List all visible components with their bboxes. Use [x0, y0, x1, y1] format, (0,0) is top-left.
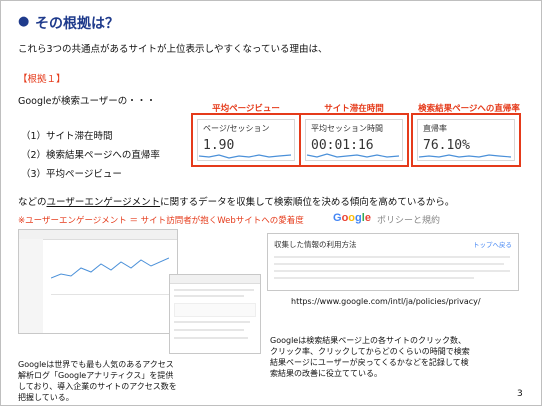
list-item-pageviews: （3）平均ページビュー	[21, 169, 122, 180]
google-policy-text: ポリシーと規約	[377, 216, 441, 226]
analytics-caption: Googleは世界でも最も人気のあるアクセス解析ログ「Googleアナリティクス…	[18, 360, 177, 402]
metric-card-pageviews: ページ/セッション 1.90	[191, 113, 301, 167]
root-number: 【根拠１】	[18, 74, 66, 85]
card-title: 平均セッション時間	[311, 124, 383, 133]
sparkline	[418, 154, 512, 158]
intro-text: これら3つの共通点があるサイトが上位表示しやすくなっている理由は、	[18, 44, 328, 55]
engagement-note: ※ユーザーエンゲージメント ＝ サイト訪問者が抱くWebサイトへの愛着度	[18, 216, 304, 226]
engagement-text: などのユーザーエンゲージメントに関するデータを収集して検索順位を決める傾向を高め…	[18, 197, 455, 208]
google-logo: Google	[333, 212, 371, 224]
list-item-stay-time: （1）サイト滞在時間	[21, 131, 113, 142]
search-console-screenshot	[169, 274, 261, 354]
sparkline	[306, 153, 400, 158]
analytics-line-chart	[51, 257, 169, 279]
title-bullet: ●	[18, 14, 30, 29]
slide: ● その根拠は？ これら3つの共通点があるサイトが上位表示しやすくなっている理由…	[0, 0, 542, 406]
card-title: ページ/セッション	[203, 124, 270, 133]
sparkline	[198, 154, 292, 159]
google-line: Googleが検索ユーザーの・・・	[18, 96, 156, 107]
policy-url[interactable]: https://www.google.com/intl/ja/policies/…	[291, 297, 481, 306]
card-title: 直帰率	[423, 124, 447, 133]
metric-card-stay-time: 平均セッション時間 00:01:16	[299, 113, 409, 167]
analytics-screenshot	[18, 229, 178, 334]
policy-link[interactable]: トップへ戻る	[473, 239, 512, 249]
metric-card-bounce-rate: 直帰率 76.10%	[411, 113, 521, 167]
policy-box: 収集した情報の利用方法 トップへ戻る	[267, 233, 519, 291]
search-console-caption: Googleは検索結果ページ上の各サイトのクリック数、クリック率、クリックしてか…	[270, 336, 470, 378]
policy-heading: 収集した情報の利用方法	[274, 240, 357, 249]
page-number: 3	[517, 389, 523, 399]
list-item-bounce-rate: （2）検索結果ページへの直帰率	[21, 150, 160, 161]
page-title: その根拠は？	[35, 16, 119, 32]
